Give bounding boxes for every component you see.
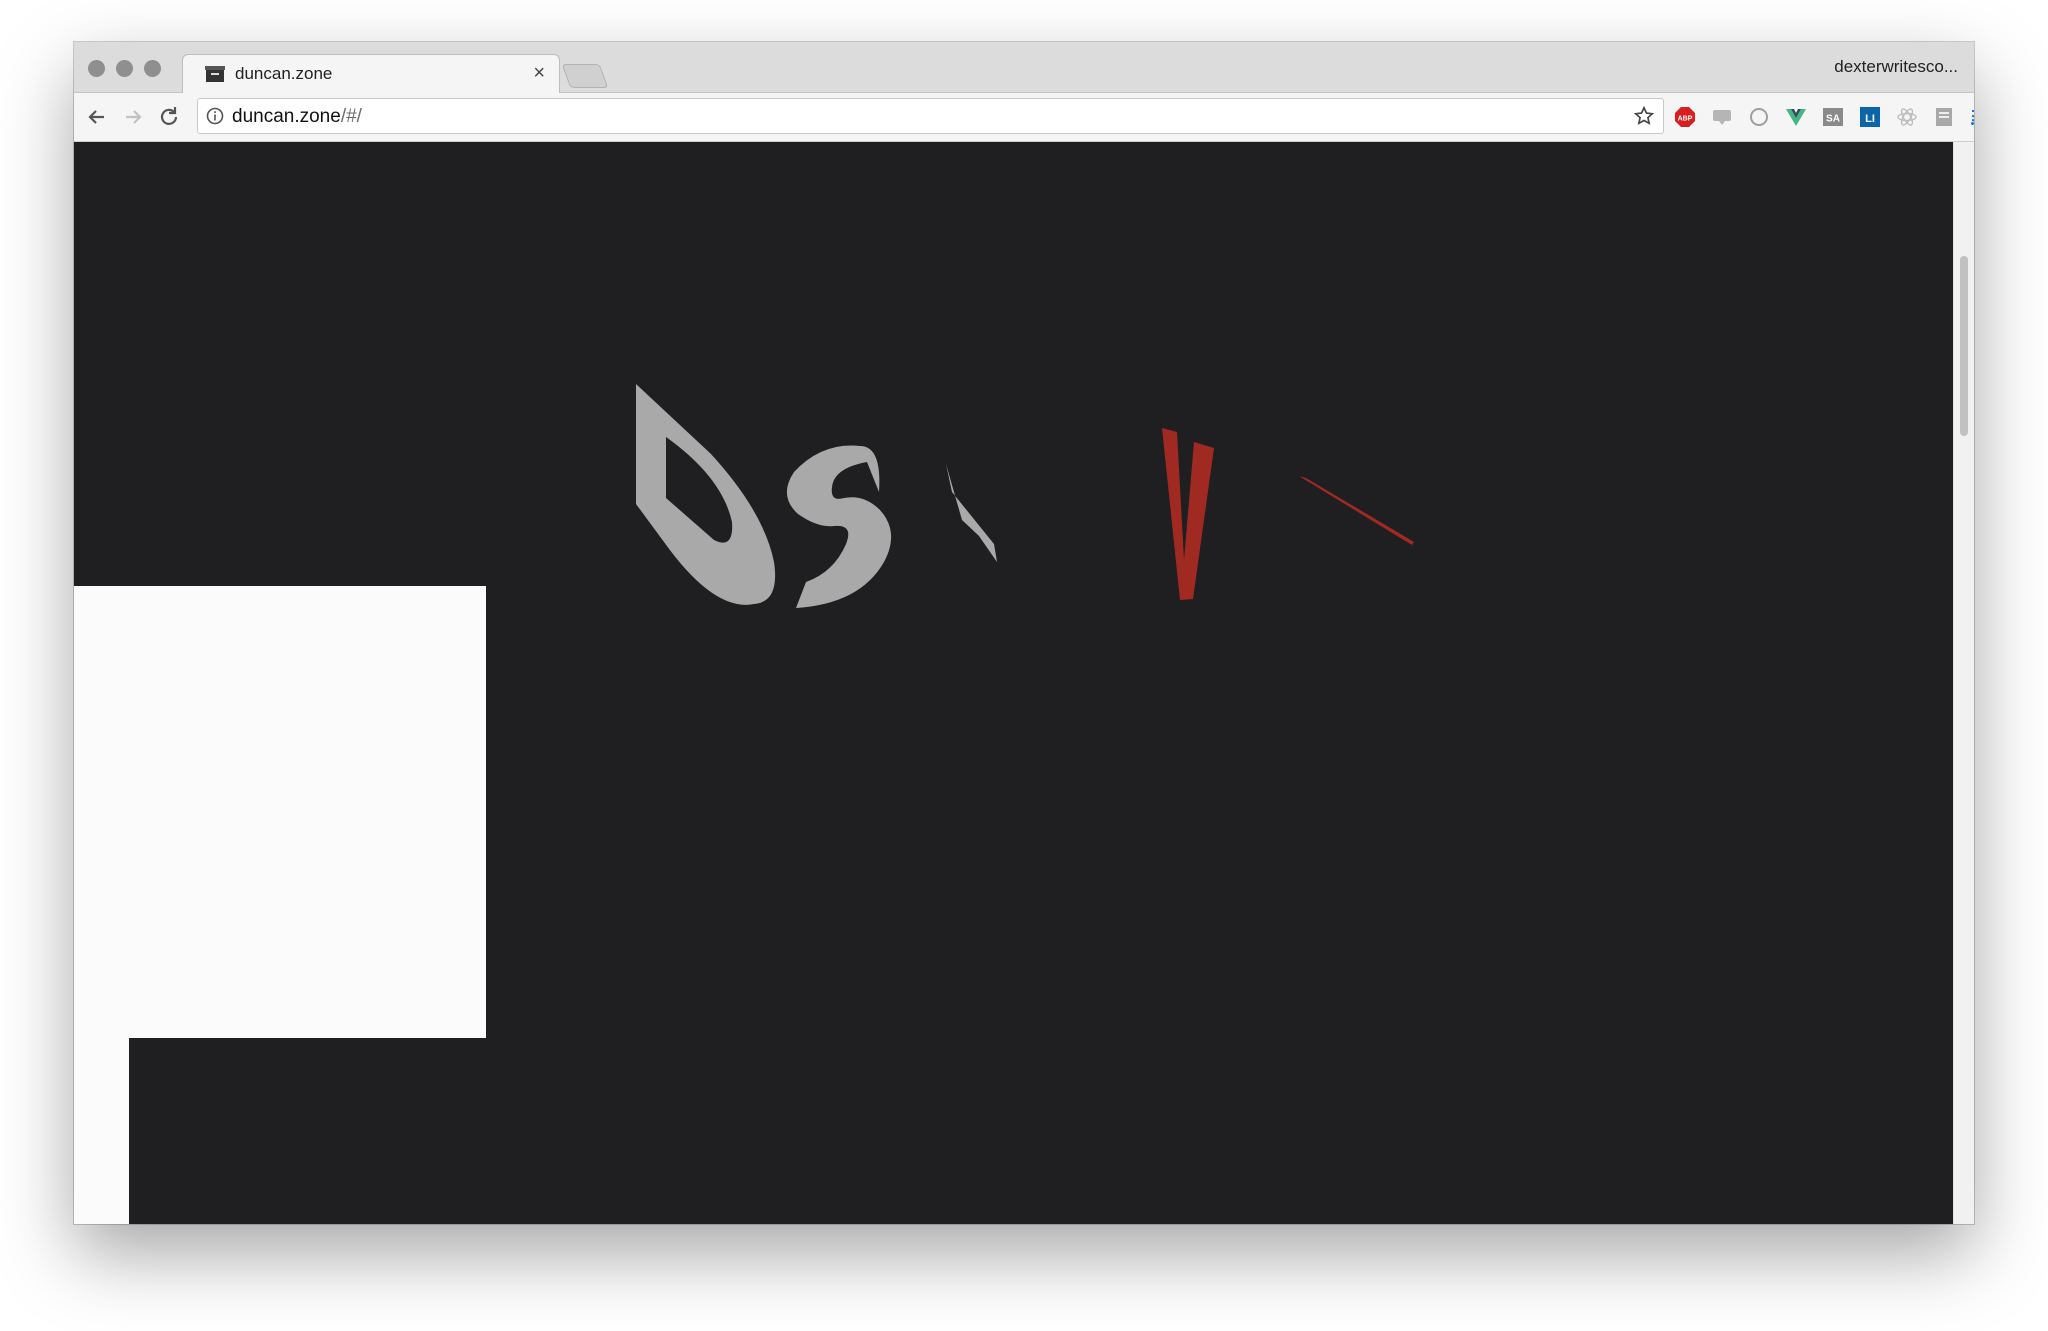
li-extension-icon[interactable]: LI: [1859, 106, 1881, 128]
red-slash-fragment: [1299, 476, 1414, 545]
bookmark-star-icon[interactable]: [1633, 105, 1655, 127]
letter-v-glyph: [1162, 428, 1214, 600]
letter-d-glyph: [636, 384, 776, 605]
circle-extension-icon[interactable]: [1748, 106, 1770, 128]
page-viewport: [74, 142, 1954, 1224]
forward-arrow-icon[interactable]: [120, 104, 146, 130]
cast-icon[interactable]: [1970, 106, 1974, 128]
url-text[interactable]: duncan.zone/#/: [232, 106, 362, 128]
profile-name[interactable]: dexterwritesco...: [1834, 57, 1958, 77]
title-bar: duncan.zone × dexterwritesco...: [74, 42, 1974, 94]
info-icon[interactable]: [206, 107, 224, 125]
address-bar[interactable]: duncan.zone/#/: [197, 98, 1664, 134]
svg-text:ABP: ABP: [1678, 116, 1693, 123]
archive-box-icon: [205, 66, 225, 82]
back-arrow-icon[interactable]: [84, 104, 110, 130]
scrollbar-thumb[interactable]: [1960, 256, 1968, 436]
chat-extension-icon[interactable]: [1711, 106, 1733, 128]
close-window-button[interactable]: [88, 60, 105, 77]
vertical-scrollbar[interactable]: [1953, 142, 1974, 1224]
browser-window: duncan.zone × dexterwritesco... duncan.z…: [74, 42, 1974, 1224]
vue-devtools-icon[interactable]: [1785, 106, 1807, 128]
white-panel: [74, 586, 486, 1038]
reader-extension-icon[interactable]: [1933, 106, 1955, 128]
minimize-window-button[interactable]: [116, 60, 133, 77]
tab-duncan-zone[interactable]: duncan.zone ×: [182, 54, 560, 94]
letter-s-glyph: [786, 445, 892, 608]
broken-letter-fragment: [946, 464, 997, 562]
new-tab-button[interactable]: [561, 64, 609, 88]
zoom-window-button[interactable]: [144, 60, 161, 77]
reload-icon[interactable]: [156, 104, 182, 130]
sa-extension-icon[interactable]: SA: [1822, 106, 1844, 128]
react-devtools-icon[interactable]: [1896, 106, 1918, 128]
adblock-plus-icon[interactable]: ABP: [1674, 106, 1696, 128]
tab-title: duncan.zone: [235, 64, 333, 83]
svg-text:SA: SA: [1826, 114, 1840, 125]
white-strip: [74, 1038, 129, 1224]
toolbar: duncan.zone/#/ ABP SA LI: [74, 93, 1974, 142]
url-host: duncan.zone: [232, 106, 341, 127]
svg-text:LI: LI: [1865, 113, 1875, 125]
close-tab-icon[interactable]: ×: [533, 62, 545, 84]
url-path: /#/: [340, 106, 362, 127]
